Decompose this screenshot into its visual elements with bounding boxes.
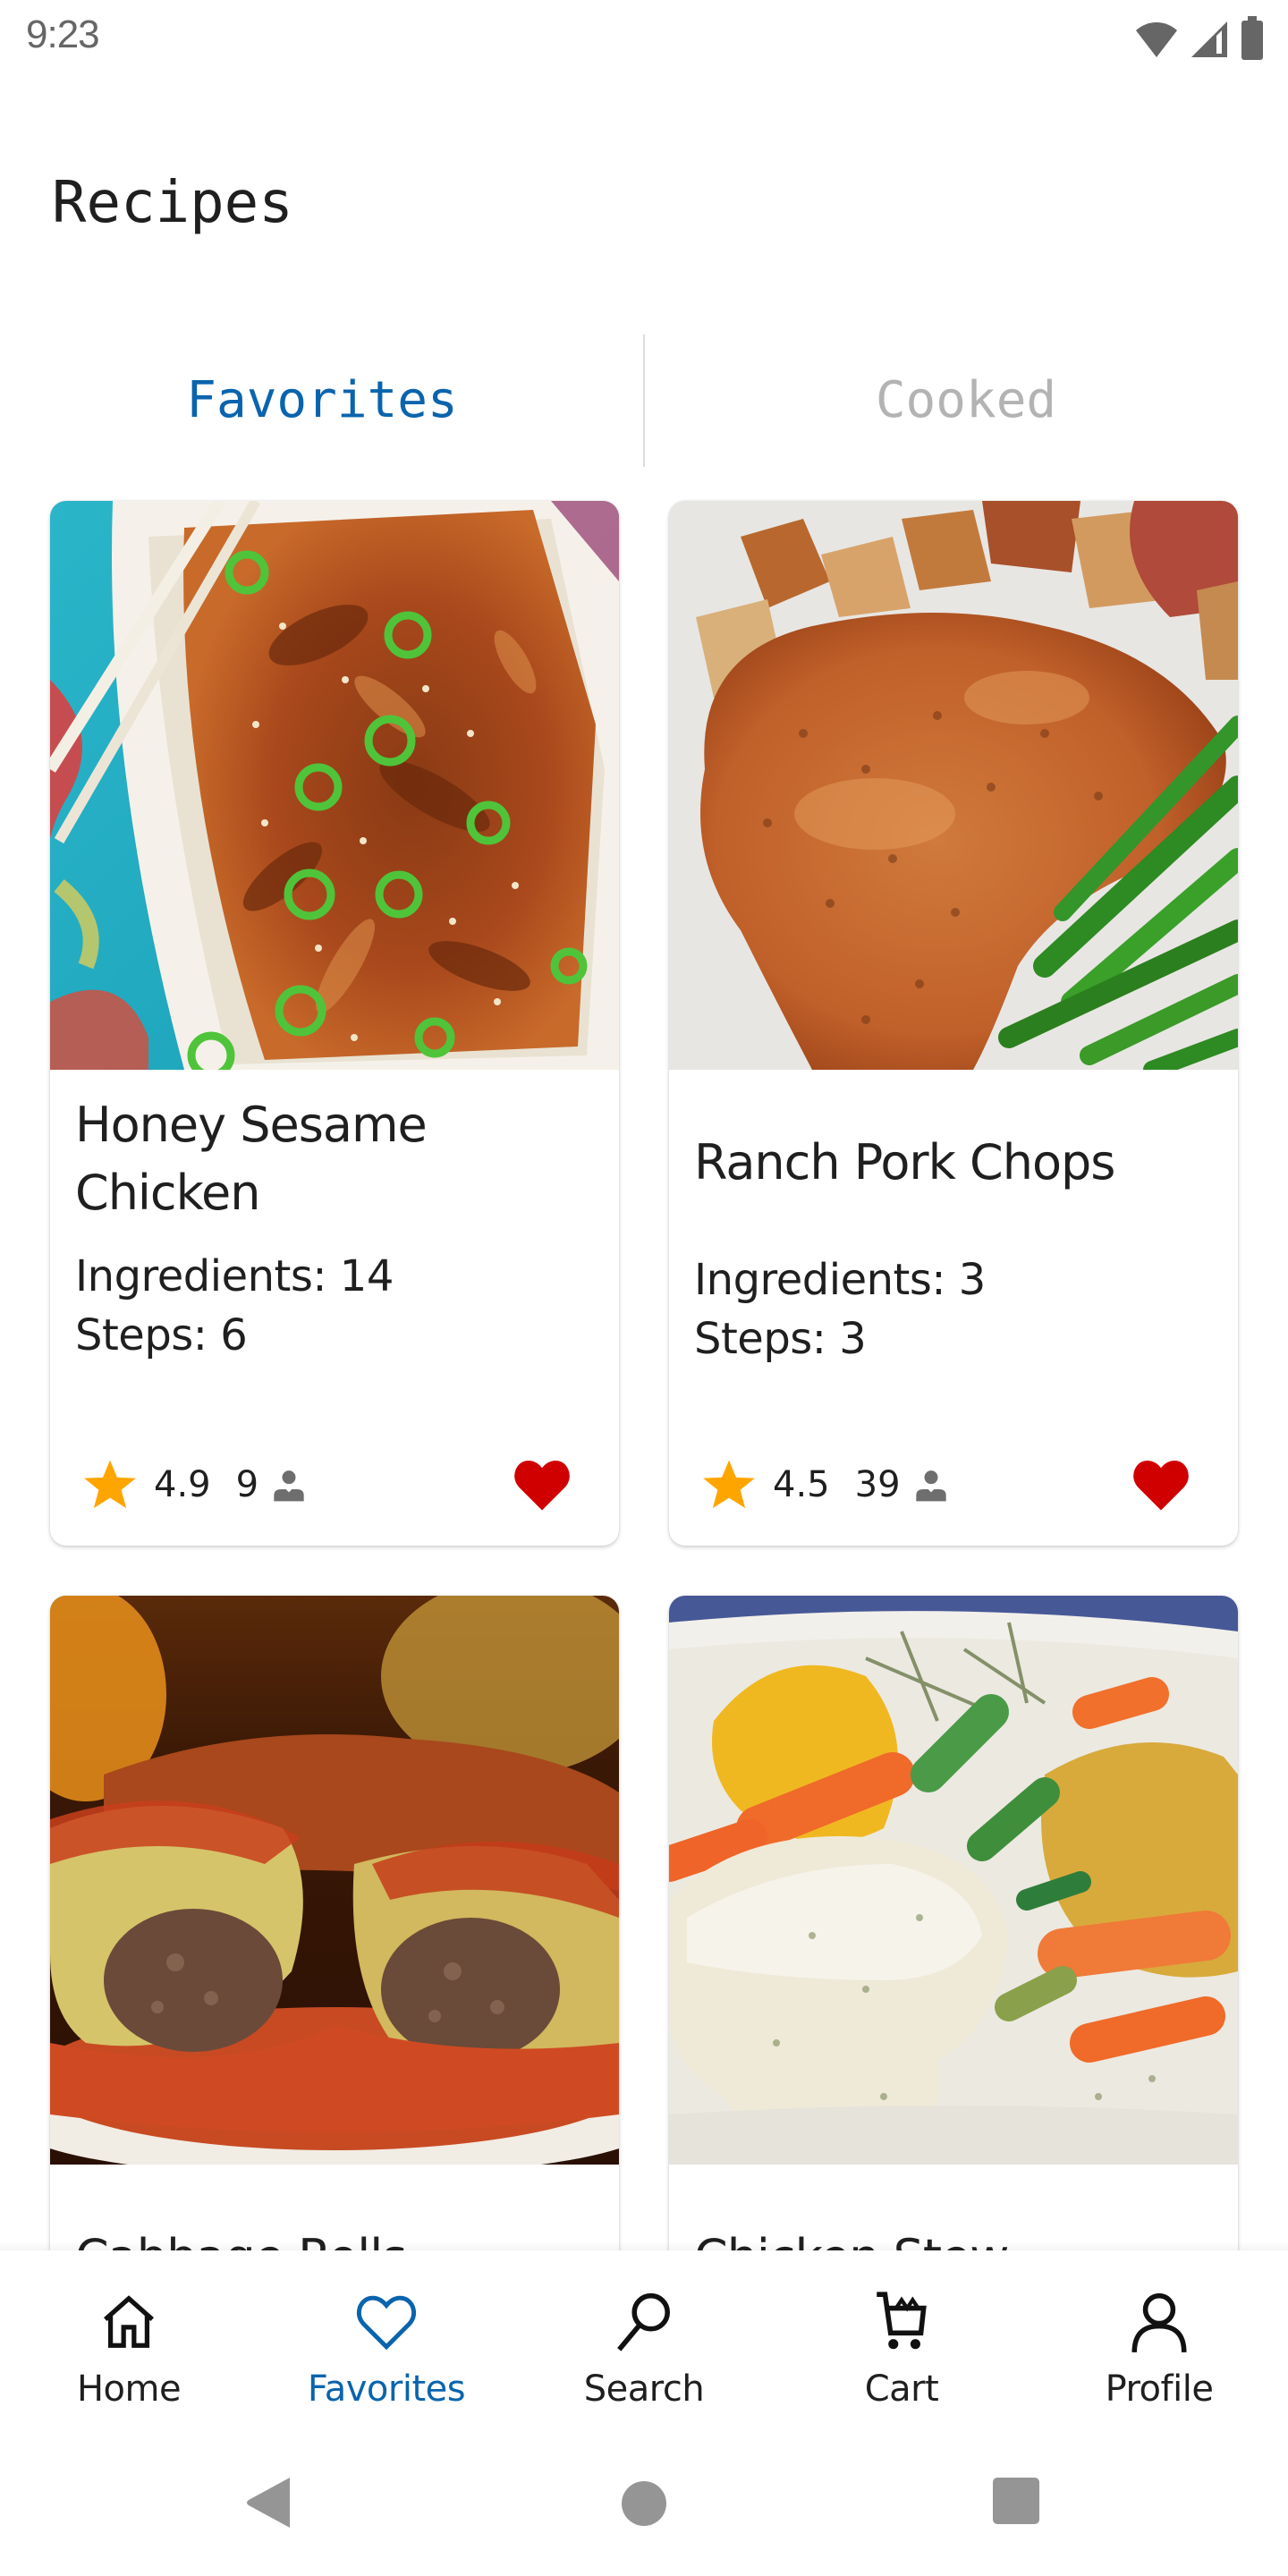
ingredients-count: Ingredients: 3 [694,1255,986,1305]
star-icon [84,1460,136,1509]
nav-item-search[interactable]: Search [515,2250,773,2433]
nav-label: Favorites [307,2368,466,2410]
tab-bar: Favorites Cooked [0,333,1288,467]
recipe-meta: Ingredients: 3 Steps: 3 [694,1250,1213,1368]
nav-label: Home [76,2368,182,2410]
recipe-title: Honey Sesame Chicken [75,1097,428,1221]
vote-count: 9 [235,1464,259,1505]
home-circle-icon[interactable] [620,2479,668,2528]
heart-outline-icon [351,2286,422,2358]
favorite-heart-button[interactable] [1129,1453,1193,1517]
ingredients-count: Ingredients: 14 [75,1251,394,1301]
card-footer: 4.9 9 [75,1449,594,1521]
recipe-image [50,501,619,1070]
nav-label: Cart [864,2368,939,2410]
battery-icon [1241,16,1263,60]
status-time: 9:23 [26,13,100,56]
steps-count: Steps: 3 [694,1314,867,1364]
cell-signal-icon [1191,21,1227,57]
nav-label: Profile [1105,2368,1214,2410]
back-icon[interactable] [243,2476,293,2529]
status-icons [1134,16,1265,61]
favorite-heart-button[interactable] [510,1453,574,1517]
status-bar: 9:23 [0,0,1288,80]
nav-label: Search [583,2368,705,2410]
rating-value: 4.9 [154,1464,211,1505]
nav-item-profile[interactable]: Profile [1030,2250,1288,2433]
tab-favorites[interactable]: Favorites [0,333,644,467]
card-footer: 4.5 39 [694,1449,1213,1521]
recipe-image [669,1596,1238,2165]
card-body: Ranch Pork Chops Ingredients: 3 Steps: 3 [669,1095,1238,1368]
nav-item-home[interactable]: Home [0,2250,258,2433]
tab-cooked[interactable]: Cooked [644,333,1288,467]
rating-value: 4.5 [773,1464,830,1505]
recents-icon[interactable] [991,2476,1041,2526]
person-icon [915,1470,946,1502]
steps-count: Steps: 6 [75,1310,248,1360]
recipe-meta: Ingredients: 14 Steps: 6 [75,1247,594,1365]
recipe-card-honey-sesame-chicken[interactable]: Honey Sesame Chicken Ingredients: 14 Ste… [50,501,619,1546]
system-nav-bar [0,2433,1288,2576]
card-body: Honey Sesame Chicken Ingredients: 14 Ste… [50,1091,619,1365]
profile-icon [1123,2286,1195,2358]
recipe-image [669,501,1238,1070]
wifi-icon [1136,22,1177,57]
star-icon [703,1460,755,1509]
recipe-image [50,1596,619,2165]
home-icon [93,2286,165,2358]
nav-item-favorites[interactable]: Favorites [258,2250,515,2433]
person-icon [274,1470,304,1502]
recipe-title: Ranch Pork Chops [694,1134,1115,1191]
nav-item-cart[interactable]: Cart [773,2250,1030,2433]
page-title: Recipes [52,170,293,236]
cart-icon [866,2286,937,2358]
bottom-nav: Home Favorites Search Cart Profile [0,2250,1288,2433]
vote-count: 39 [854,1464,901,1505]
recipe-card-ranch-pork-chops[interactable]: Ranch Pork Chops Ingredients: 3 Steps: 3… [669,501,1238,1546]
search-icon [608,2286,680,2358]
